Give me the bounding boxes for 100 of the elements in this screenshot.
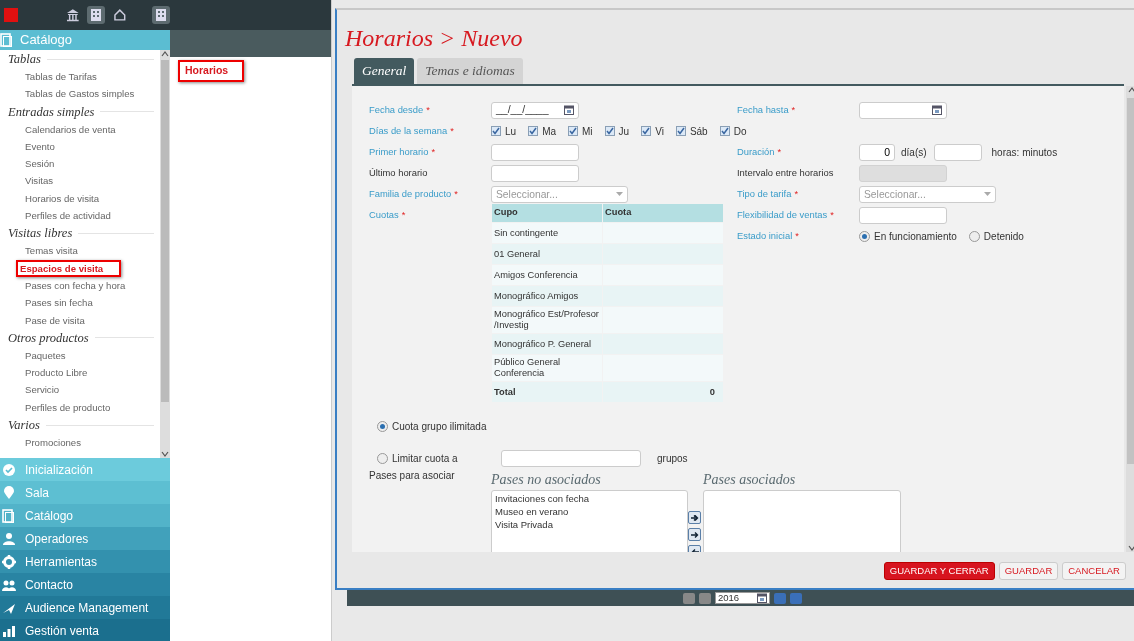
menu-item[interactable]: Perfiles de producto (0, 398, 160, 417)
year-field[interactable]: 2016 (715, 592, 770, 604)
required-mark: * (830, 209, 834, 221)
list-item[interactable]: Visita Privada (495, 518, 684, 532)
menu-item[interactable]: Horarios de visita (0, 189, 160, 208)
menu-item[interactable]: Pase de visita (0, 311, 160, 329)
scroll-down-icon[interactable] (1128, 544, 1134, 553)
field-label: Días de la semana * (369, 124, 455, 139)
menu-item[interactable]: Servicio (0, 381, 160, 399)
days-field[interactable]: 0 (859, 143, 895, 161)
list-item[interactable]: Museo en verano (495, 505, 684, 519)
move-all-button[interactable] (688, 511, 701, 525)
nav-item[interactable]: Gestión venta (0, 619, 170, 641)
tab[interactable]: Temas e idiomas (417, 58, 523, 85)
checkbox[interactable] (719, 126, 730, 137)
checkbox[interactable] (604, 126, 615, 137)
table-cell: Total (492, 382, 602, 403)
menu-item[interactable]: Pases sin fecha (0, 294, 160, 312)
required-mark: * (450, 125, 454, 137)
menu-item[interactable]: Calendarios de venta (0, 120, 160, 138)
move-right-button[interactable] (688, 528, 701, 542)
field-label: Primer horario * (369, 145, 437, 160)
table-cell: 01 General (492, 244, 602, 265)
text-field[interactable] (859, 206, 947, 224)
bank-icon[interactable] (65, 8, 80, 22)
double-arrow-right-icon (689, 512, 700, 523)
checkbox-label: Lu (505, 124, 517, 139)
field-label: Estado inicial * (737, 229, 800, 244)
menu-item[interactable]: Producto Libre (0, 364, 160, 382)
menu-section-title: Entradas simples (8, 103, 95, 121)
group-quota-field[interactable] (501, 449, 641, 467)
scroll-up-icon[interactable] (161, 50, 169, 58)
arrow-left-icon (689, 546, 700, 553)
gear-icon (2, 554, 16, 569)
radio-button[interactable] (377, 452, 388, 464)
radio-button[interactable] (859, 230, 870, 242)
checkbox-label: Sáb (689, 124, 708, 139)
scrollbar[interactable] (160, 50, 170, 458)
nav-item[interactable]: Contacto (0, 573, 170, 596)
menu-item[interactable]: Paquetes (0, 346, 160, 365)
checkbox[interactable] (528, 126, 539, 137)
menu-section-title: Tablas (8, 51, 41, 68)
required-mark: * (777, 146, 782, 158)
radio-label: Limitar cuota a (392, 451, 459, 466)
menu-item[interactable]: Tablas de Tarifas (0, 68, 160, 86)
arrow-right-icon (689, 529, 700, 540)
time-field[interactable] (933, 143, 982, 161)
checkbox[interactable] (675, 126, 686, 137)
check-icon (642, 127, 651, 136)
menu-item[interactable]: Promociones (0, 434, 160, 452)
checkbox[interactable] (491, 126, 501, 137)
calendar-icon[interactable] (564, 105, 574, 116)
checkbox[interactable] (641, 126, 652, 137)
dialog-button[interactable]: GUARDAR (998, 562, 1059, 581)
menu-item[interactable]: Tablas de Gastos simples (0, 85, 160, 103)
calendar-icon[interactable] (757, 593, 767, 603)
menu-item[interactable]: Perfiles de actividad (0, 207, 160, 225)
submenu-item[interactable]: Horarios (178, 60, 245, 82)
tab[interactable]: General (354, 58, 415, 85)
table-cell: Monográfico Amigos (492, 286, 602, 307)
date-field[interactable] (859, 101, 947, 119)
scroll-down-icon[interactable] (161, 450, 169, 458)
table-cell: Monográfico P. General (492, 334, 602, 355)
menu-item[interactable]: Evento (0, 137, 160, 156)
radio-button[interactable] (968, 230, 980, 242)
menu-item[interactable]: Espacios de visita (16, 259, 122, 277)
home-icon[interactable] (112, 8, 127, 22)
text-field[interactable] (491, 143, 579, 161)
check-icon (676, 127, 685, 136)
nav-item[interactable]: Audience Management (0, 596, 170, 619)
app-logo (4, 8, 18, 22)
column-header: Cupo (492, 204, 602, 223)
nav-item[interactable]: Herramientas (0, 550, 170, 573)
menu-item[interactable]: Pases con fecha y hora (0, 276, 160, 295)
building-button[interactable] (87, 6, 105, 24)
table-cell: Público General Conferencia (492, 355, 602, 382)
date-field[interactable]: __/__/____ (491, 101, 579, 119)
field-label: Fecha hasta * (737, 103, 797, 118)
field-label: Fecha desde * (369, 103, 431, 118)
text-field[interactable] (491, 164, 579, 182)
dialog-title: Horarios > Nuevo (344, 24, 524, 53)
menu-item[interactable]: Sesión (0, 155, 160, 173)
person-icon (2, 531, 16, 546)
dialog-button[interactable]: GUARDAR Y CERRAR (883, 562, 995, 581)
radio-button[interactable] (377, 420, 388, 432)
scroll-up-icon[interactable] (1128, 86, 1134, 95)
required-mark: * (794, 188, 799, 200)
field-label: Duración * (737, 145, 783, 160)
menu-item[interactable]: Visitas (0, 172, 160, 190)
list-item[interactable]: Invitaciones con fecha (495, 492, 684, 506)
dropdown-caret-icon (984, 192, 991, 197)
checkbox[interactable] (568, 126, 579, 137)
table-cell: 0 (603, 382, 723, 403)
calendar-icon[interactable] (932, 105, 942, 116)
required-mark: * (401, 209, 406, 221)
check-icon (2, 462, 16, 477)
menu-item[interactable]: Temas visita (0, 242, 160, 260)
dialog-button[interactable]: CANCELAR (1062, 562, 1126, 581)
building-button[interactable] (152, 6, 170, 24)
list-heading: Pases asociados (703, 471, 797, 490)
